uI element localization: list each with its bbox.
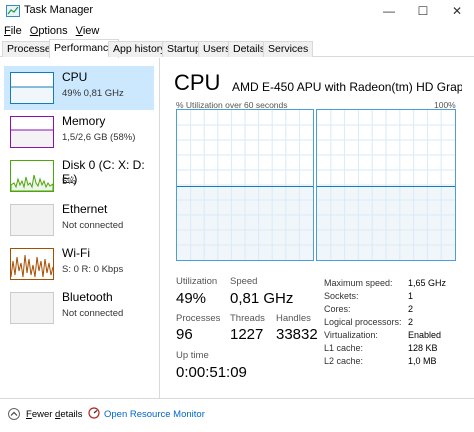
handles-value: 33832 (276, 326, 318, 343)
footer-bar: Fewer details Open Resource Monitor (0, 398, 474, 432)
speed-label: Speed (230, 276, 258, 287)
menu-options[interactable]: Options (30, 25, 68, 37)
cpu-thumbnail-graph (11, 86, 53, 103)
sidebar-item-ethernet[interactable]: Ethernet Not connected (4, 198, 154, 242)
spec-value: 1,0 MB (408, 356, 437, 366)
sidebar-item-subtitle: 1,5/2,6 GB (58%) (62, 132, 136, 143)
fewer-details-link[interactable]: Fewer details (26, 409, 83, 420)
sidebar-item-subtitle: Not connected (62, 308, 124, 319)
spec-label: L1 cache: (324, 343, 364, 353)
wifi-thumbnail-graph (11, 254, 53, 278)
spec-label: Logical processors: (324, 317, 402, 327)
memory-thumbnail (10, 116, 54, 148)
spec-label: Virtualization: (324, 330, 378, 340)
spec-value: 1 (408, 291, 414, 301)
tab-bar: Processes Performance App history Startu… (0, 39, 474, 58)
window-title: Task Manager (24, 4, 94, 16)
sidebar-item-title: CPU (62, 70, 88, 84)
menu-view[interactable]: View (76, 25, 100, 37)
handles-label: Handles (276, 313, 311, 324)
utilization-label: Utilization (176, 276, 218, 287)
cpu-graph-core-0-plot (177, 110, 313, 260)
close-button[interactable]: ✕ (440, 0, 474, 22)
processes-label: Processes (176, 313, 221, 324)
sidebar-item-subtitle: S: 0 R: 0 Kbps (62, 264, 124, 275)
page-title: CPU (174, 70, 221, 95)
sidebar-item-title: Bluetooth (62, 290, 113, 304)
title-bar[interactable]: Task Manager — ☐ ✕ (0, 0, 474, 22)
open-resource-monitor-link[interactable]: Open Resource Monitor (104, 409, 205, 420)
threads-label: Threads (230, 313, 265, 324)
uptime-value: 0:00:51:09 (176, 364, 247, 381)
threads-value: 1227 (230, 326, 264, 343)
disk-thumbnail (10, 160, 54, 192)
task-manager-icon (6, 5, 20, 17)
sidebar-item-cpu[interactable]: CPU 49% 0,81 GHz (4, 66, 154, 110)
menu-file[interactable]: File (4, 25, 22, 37)
wifi-thumbnail (10, 248, 54, 280)
resource-monitor-icon[interactable] (88, 407, 100, 419)
chevron-up-icon[interactable] (8, 408, 20, 420)
menu-bar: File Options View (0, 22, 474, 39)
sidebar-item-subtitle: 49% 0,81 GHz (62, 88, 124, 99)
spec-label: L2 cache: (324, 356, 364, 366)
spec-label: Cores: (324, 304, 351, 314)
sidebar-item-subtitle: Not connected (62, 220, 124, 231)
uptime-label: Up time (176, 350, 209, 361)
spec-label: Sockets: (324, 291, 359, 301)
disk-thumbnail-graph (11, 174, 53, 191)
cpu-thumbnail (10, 72, 54, 104)
sidebar-item-title: Memory (62, 114, 106, 128)
processes-value: 96 (176, 326, 193, 343)
sidebar-item-wifi[interactable]: Wi-Fi S: 0 R: 0 Kbps (4, 242, 154, 286)
cpu-graph-core-1-plot (317, 110, 455, 260)
close-icon: ✕ (451, 4, 463, 18)
bluetooth-thumbnail (10, 292, 54, 324)
spec-value: 1,65 GHz (408, 278, 447, 288)
sidebar-item-bluetooth[interactable]: Bluetooth Not connected (4, 286, 154, 330)
minimize-button[interactable]: — (372, 0, 406, 22)
cpu-graph-core-1 (316, 109, 456, 261)
spec-value: 2 (408, 317, 414, 327)
spec-value: Enabled (408, 330, 442, 340)
cpu-model-name: AMD E-450 APU with Radeon(tm) HD Grap... (232, 80, 462, 94)
chevron-up-glyph (10, 411, 18, 416)
cpu-graph-core-0 (176, 109, 314, 261)
maximize-icon: ☐ (417, 4, 429, 18)
memory-thumbnail-graph (11, 129, 53, 147)
spec-value: 128 KB (408, 343, 438, 353)
spec-value: 2 (408, 304, 414, 314)
sidebar-item-memory[interactable]: Memory 1,5/2,6 GB (58%) (4, 110, 154, 154)
sidebar-item-subtitle: 5% (62, 176, 76, 187)
tab-services[interactable]: Services (263, 41, 314, 57)
speed-value: 0,81 GHz (230, 290, 294, 307)
resource-sidebar: CPU 49% 0,81 GHz Memory 1,5/2,6 GB (58%)… (0, 58, 160, 398)
minimize-icon: — (383, 4, 395, 18)
sidebar-item-title: Ethernet (62, 202, 108, 216)
sidebar-item-disk[interactable]: Disk 0 (C: X: D: E:) 5% (4, 154, 154, 198)
maximize-button[interactable]: ☐ (406, 0, 440, 22)
sidebar-item-title: Wi-Fi (62, 246, 90, 260)
ethernet-thumbnail (10, 204, 54, 236)
utilization-value: 49% (176, 290, 207, 307)
spec-label: Maximum speed: (324, 278, 393, 288)
